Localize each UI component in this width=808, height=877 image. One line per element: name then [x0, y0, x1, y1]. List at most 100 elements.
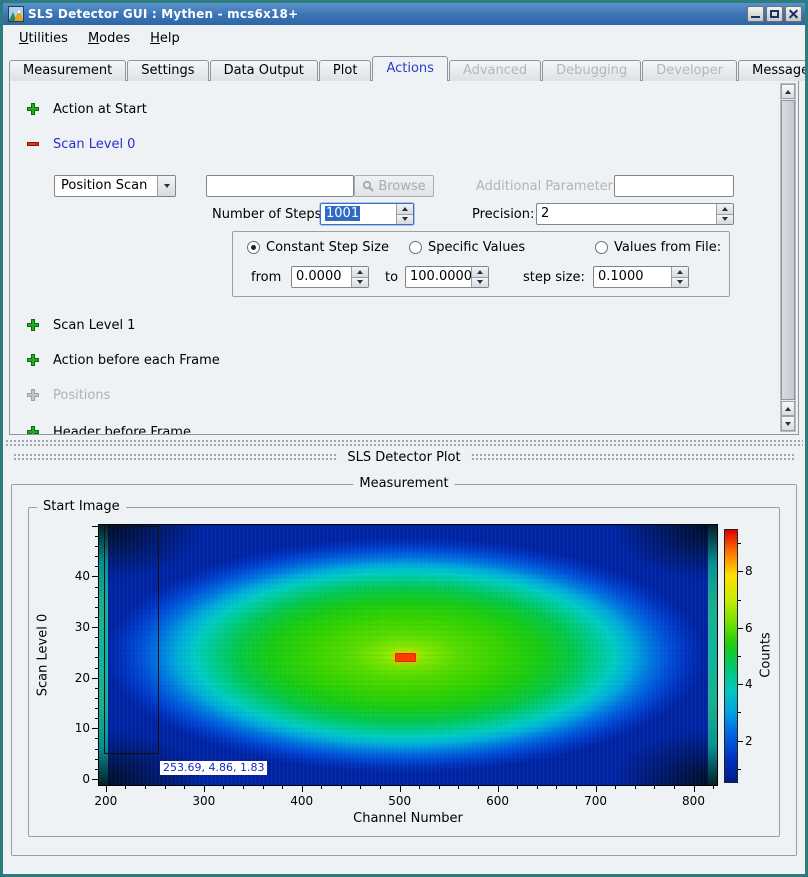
dock-handle-dots: [13, 453, 337, 462]
radio-specific-values[interactable]: Specific Values: [409, 240, 525, 255]
action-before-frame-row: Action before each Frame: [26, 352, 220, 368]
precision-label: Precision:: [472, 207, 534, 222]
x-tick: [419, 786, 420, 789]
tab-settings[interactable]: Settings: [127, 60, 208, 81]
x-tick: [674, 786, 675, 789]
y-tick: [95, 657, 98, 658]
spinner-buttons[interactable]: [716, 204, 733, 224]
y-tick: [95, 688, 98, 689]
x-tick: [635, 786, 636, 789]
to-spinbox[interactable]: 100.0000: [405, 266, 489, 288]
from-label: from: [251, 270, 281, 285]
menu-bar: Utilities Modes Help: [3, 25, 805, 51]
x-tick: [713, 786, 714, 789]
scrollbar-thumb[interactable]: [781, 100, 795, 400]
x-tick-label: 600: [482, 794, 514, 808]
y-tick: [92, 576, 98, 577]
menu-help[interactable]: Help: [140, 28, 190, 49]
colorbar-tick: [738, 741, 743, 742]
scroll-up-icon[interactable]: [781, 401, 795, 416]
number-of-steps-spinbox[interactable]: 1001: [320, 203, 414, 225]
x-tick-label: 700: [580, 794, 612, 808]
script-file-input[interactable]: [206, 175, 354, 197]
vertical-scrollbar[interactable]: [780, 83, 796, 432]
app-icon: [8, 6, 24, 22]
radio-constant-label: Constant Step Size: [266, 240, 389, 255]
action-at-start-label: Action at Start: [53, 102, 147, 117]
x-tick: [498, 786, 499, 792]
tab-actions[interactable]: Actions: [372, 56, 448, 81]
tab-messages[interactable]: Messages: [738, 60, 808, 81]
app-window: SLS Detector GUI : Mythen - mcs6x18+ Uti…: [0, 0, 808, 877]
scroll-up-icon[interactable]: [781, 84, 795, 99]
radio-specific-label: Specific Values: [428, 240, 525, 255]
precision-value: 2: [537, 204, 716, 224]
radio-values-from-file[interactable]: Values from File:: [595, 240, 721, 255]
scan-level-1-row: Scan Level 1: [26, 317, 135, 333]
selection-rect[interactable]: [104, 526, 159, 754]
colorbar-tick: [738, 543, 741, 544]
x-tick: [184, 786, 185, 789]
x-axis-title: Channel Number: [98, 811, 718, 826]
x-tick: [458, 786, 459, 789]
tab-data-output[interactable]: Data Output: [210, 60, 318, 81]
y-axis-title: Scan Level 0: [36, 614, 51, 696]
additional-parameter-input[interactable]: [614, 175, 734, 197]
y-tick: [95, 536, 98, 537]
tab-plot[interactable]: Plot: [319, 60, 372, 81]
window-title: SLS Detector GUI : Mythen - mcs6x18+: [28, 7, 747, 21]
step-size-spinbox[interactable]: 0.1000: [593, 266, 689, 288]
step-size-label: step size:: [523, 270, 585, 285]
menu-utilities[interactable]: Utilities: [9, 28, 78, 49]
maximize-icon[interactable]: [766, 6, 783, 22]
y-tick-label: 40: [62, 569, 90, 583]
x-tick: [694, 786, 695, 792]
from-spinbox[interactable]: 0.0000: [291, 266, 369, 288]
plot-panel: Measurement Start Image Scan Level 0 253…: [3, 484, 805, 856]
heatmap-canvas[interactable]: 253.69, 4.86, 1.83: [98, 524, 718, 786]
x-tick: [576, 786, 577, 789]
expand-plus-icon[interactable]: [26, 353, 40, 367]
expand-plus-icon[interactable]: [26, 102, 40, 116]
splitter-handle[interactable]: [5, 439, 803, 446]
scan-level-0-label: Scan Level 0: [53, 137, 135, 152]
tab-measurement[interactable]: Measurement: [9, 60, 126, 81]
scroll-down-icon[interactable]: [781, 416, 795, 431]
spinner-buttons[interactable]: [396, 204, 413, 224]
y-tick-label: 30: [62, 620, 90, 634]
x-tick: [243, 786, 244, 789]
expand-plus-icon[interactable]: [26, 425, 40, 435]
minimize-icon[interactable]: [747, 6, 764, 22]
title-bar[interactable]: SLS Detector GUI : Mythen - mcs6x18+: [3, 3, 805, 25]
y-tick: [95, 637, 98, 638]
collapse-minus-icon[interactable]: [26, 137, 40, 151]
scan-mode-combobox[interactable]: Position Scan: [54, 175, 176, 197]
x-tick: [360, 786, 361, 789]
menu-modes[interactable]: Modes: [78, 28, 140, 49]
x-tick: [537, 786, 538, 789]
additional-parameter-label: Additional Parameter:: [476, 179, 617, 194]
y-tick: [92, 728, 98, 729]
radio-selected-icon: [247, 241, 260, 254]
scan-mode-value: Position Scan: [55, 176, 157, 196]
close-icon[interactable]: [785, 6, 802, 22]
y-tick: [95, 587, 98, 588]
radio-constant-step-size[interactable]: Constant Step Size: [247, 240, 389, 255]
dock-title-bar[interactable]: SLS Detector Plot: [3, 446, 805, 468]
spinner-buttons[interactable]: [471, 267, 488, 287]
y-tick: [95, 749, 98, 750]
x-tick: [145, 786, 146, 789]
spinner-buttons[interactable]: [671, 267, 688, 287]
colorbar-tick: [738, 656, 741, 657]
positions-row: Positions: [26, 387, 110, 403]
y-tick-label: 20: [62, 671, 90, 685]
y-tick: [95, 607, 98, 608]
chevron-down-icon[interactable]: [157, 176, 175, 196]
expand-plus-icon[interactable]: [26, 318, 40, 332]
x-tick: [596, 786, 597, 792]
colorbar-tick: [738, 571, 743, 572]
tab-debugging: Debugging: [542, 60, 641, 81]
spinner-buttons[interactable]: [351, 267, 368, 287]
precision-spinbox[interactable]: 2: [536, 203, 734, 225]
start-image-group: Start Image Scan Level 0 253.69, 4.86, 1…: [28, 507, 780, 837]
